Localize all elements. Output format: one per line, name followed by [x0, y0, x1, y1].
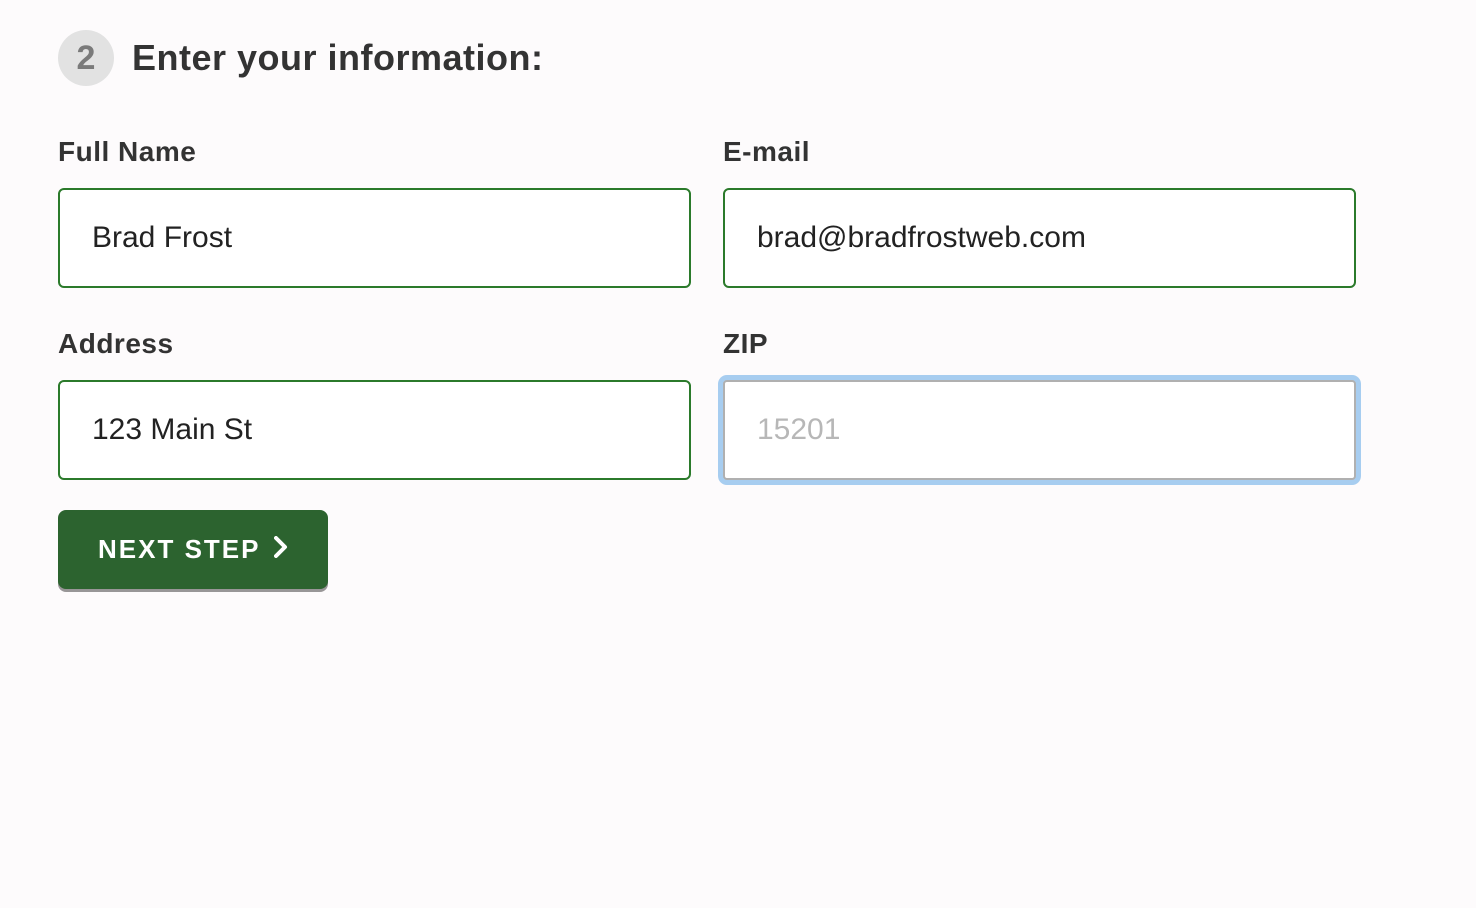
step-number: 2	[77, 39, 96, 78]
next-step-button[interactable]: NEXT STEP	[58, 510, 328, 589]
email-label: E-mail	[723, 136, 1356, 168]
full-name-label: Full Name	[58, 136, 691, 168]
zip-label: ZIP	[723, 328, 1356, 360]
info-form: Full Name E-mail Address ZIP	[58, 136, 1356, 480]
field-full-name: Full Name	[58, 136, 691, 288]
field-email: E-mail	[723, 136, 1356, 288]
field-address: Address	[58, 328, 691, 480]
email-input[interactable]	[723, 188, 1356, 288]
button-row: NEXT STEP	[58, 510, 1418, 589]
step-heading: 2 Enter your information:	[58, 30, 1418, 86]
step-title: Enter your information:	[132, 37, 544, 79]
next-step-label: NEXT STEP	[98, 534, 260, 565]
full-name-input[interactable]	[58, 188, 691, 288]
zip-input[interactable]	[723, 380, 1356, 480]
address-label: Address	[58, 328, 691, 360]
chevron-right-icon	[274, 536, 288, 563]
step-number-badge: 2	[58, 30, 114, 86]
field-zip: ZIP	[723, 328, 1356, 480]
address-input[interactable]	[58, 380, 691, 480]
